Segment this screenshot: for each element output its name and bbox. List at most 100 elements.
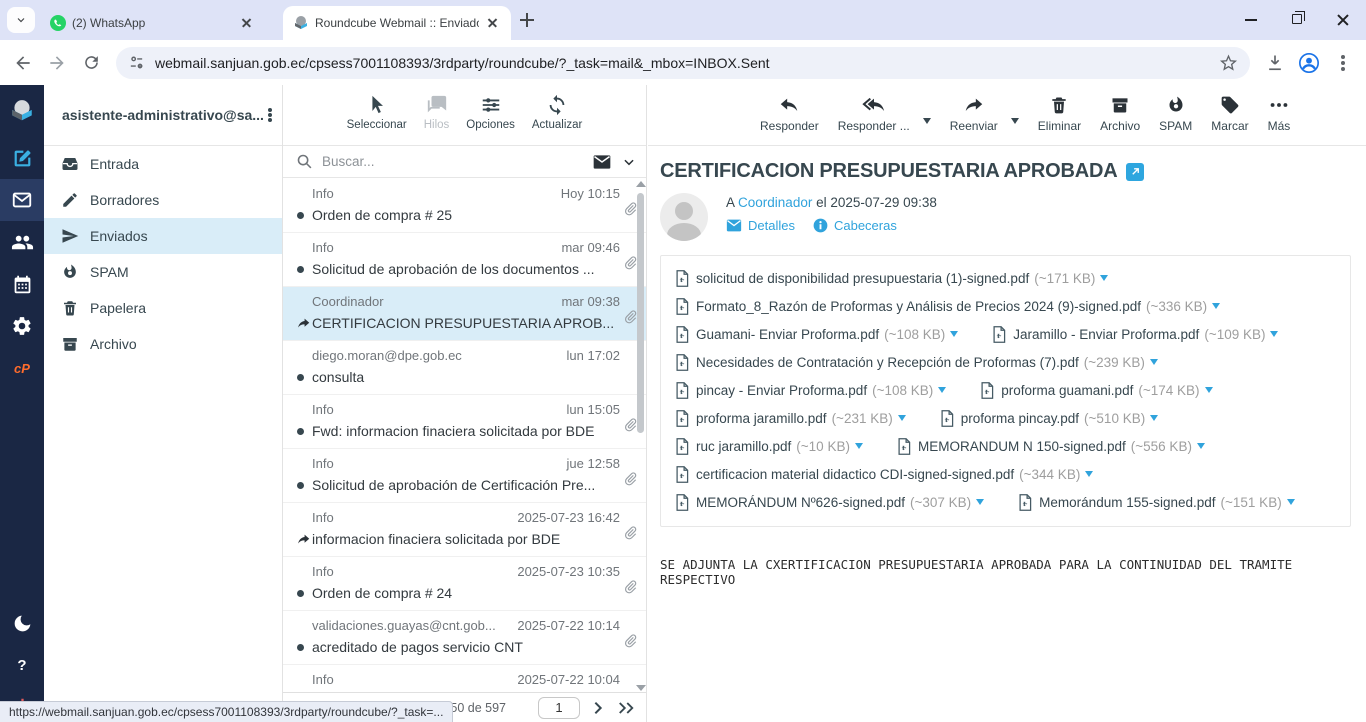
attachment-file[interactable]: pincay - Enviar Proforma.pdf (~108 KB) xyxy=(675,382,946,399)
rail-contacts[interactable] xyxy=(0,221,44,263)
page-input[interactable] xyxy=(538,697,580,719)
reply-all-caret-icon[interactable] xyxy=(923,118,931,124)
account-menu-icon[interactable] xyxy=(268,113,272,117)
forward-button[interactable] xyxy=(40,46,74,80)
search-input[interactable] xyxy=(322,154,592,169)
folder-spam[interactable]: SPAM xyxy=(44,254,282,290)
headers-toggle[interactable]: Cabeceras xyxy=(813,218,897,233)
roundcube-logo[interactable] xyxy=(0,85,44,137)
folder-papelera[interactable]: Papelera xyxy=(44,290,282,326)
profile-button[interactable] xyxy=(1292,46,1326,80)
mark-button[interactable]: Marcar xyxy=(1211,94,1248,133)
last-page-icon[interactable] xyxy=(616,700,636,716)
attachment-menu-caret-icon[interactable] xyxy=(1085,471,1093,477)
folder-enviados[interactable]: Enviados xyxy=(44,218,282,254)
open-in-new-window-button[interactable] xyxy=(1126,163,1144,181)
attachment-menu-caret-icon[interactable] xyxy=(1150,359,1158,365)
window-restore-button[interactable] xyxy=(1274,0,1320,40)
downloads-button[interactable] xyxy=(1258,46,1292,80)
tab-whatsapp[interactable]: (2) WhatsApp xyxy=(40,6,265,40)
back-button[interactable] xyxy=(6,46,40,80)
message-list-item[interactable]: validaciones.guayas@cnt.gob... 2025-07-2… xyxy=(283,611,646,665)
select-button[interactable]: Seleccionar xyxy=(347,94,407,131)
threads-button[interactable]: Hilos xyxy=(424,94,450,131)
attachment-file[interactable]: solicitud de disponibilidad presupuestar… xyxy=(675,270,1108,287)
attachment-file[interactable]: MEMORANDUM N 150-signed.pdf (~556 KB) xyxy=(897,438,1205,455)
folder-borradores[interactable]: Borradores xyxy=(44,182,282,218)
search-options-chevron-icon[interactable] xyxy=(622,155,636,169)
message-list-item[interactable]: Info jue 12:58 Solicitud de aprobación d… xyxy=(283,449,646,503)
options-button[interactable]: Opciones xyxy=(466,94,515,131)
spam-button[interactable]: SPAM xyxy=(1159,94,1192,133)
attachment-file[interactable]: Memorándum 155-signed.pdf (~151 KB) xyxy=(1018,494,1295,511)
attachment-menu-caret-icon[interactable] xyxy=(976,499,984,505)
forward-button[interactable]: Reenviar xyxy=(950,94,998,133)
attachment-file[interactable]: ruc jaramillo.pdf (~10 KB) xyxy=(675,438,863,455)
rail-cpanel[interactable]: cP xyxy=(0,347,44,389)
message-list-item[interactable]: Info mar 09:46 Solicitud de aprobación d… xyxy=(283,233,646,287)
rail-calendar[interactable] xyxy=(0,263,44,305)
attachment-menu-caret-icon[interactable] xyxy=(938,387,946,393)
message-list-item[interactable]: Info 2025-07-23 16:42 informacion finaci… xyxy=(283,503,646,557)
message-list-item[interactable]: Info lun 15:05 Fwd: informacion finacier… xyxy=(283,395,646,449)
attachment-menu-caret-icon[interactable] xyxy=(1287,499,1295,505)
attachment-file[interactable]: proforma guamani.pdf (~174 KB) xyxy=(980,382,1212,399)
message-list-item[interactable]: Info 2025-07-23 10:35 Orden de compra # … xyxy=(283,557,646,611)
refresh-button[interactable]: Actualizar xyxy=(532,94,583,131)
folder-archivo[interactable]: Archivo xyxy=(44,326,282,362)
address-bar[interactable]: webmail.sanjuan.gob.ec/cpsess7001108393/… xyxy=(116,47,1250,79)
attachment-menu-caret-icon[interactable] xyxy=(1205,387,1213,393)
attachment-file[interactable]: Jaramillo - Enviar Proforma.pdf (~109 KB… xyxy=(992,326,1278,343)
attachment-file[interactable]: proforma pincay.pdf (~510 KB) xyxy=(940,410,1158,427)
scrollbar-thumb[interactable] xyxy=(637,193,644,433)
attachment-file[interactable]: Formato_8_Razón de Proformas y Análisis … xyxy=(675,298,1220,315)
window-minimize-button[interactable] xyxy=(1228,0,1274,40)
attachment-file[interactable]: MEMORÁNDUM Nº626-signed.pdf (~307 KB) xyxy=(675,494,984,511)
scroll-down-icon[interactable] xyxy=(636,685,646,691)
reply-button[interactable]: Responder xyxy=(760,94,819,133)
bookmark-star-icon[interactable] xyxy=(1219,53,1238,72)
attachment-menu-caret-icon[interactable] xyxy=(1100,275,1108,281)
browser-menu-button[interactable] xyxy=(1326,46,1360,80)
attachment-file[interactable]: Guamani- Enviar Proforma.pdf (~108 KB) xyxy=(675,326,958,343)
attachment-menu-caret-icon[interactable] xyxy=(1150,415,1158,421)
attachment-menu-caret-icon[interactable] xyxy=(950,331,958,337)
account-header[interactable]: asistente-administrativo@sa... xyxy=(44,85,282,146)
new-tab-button[interactable] xyxy=(519,12,535,28)
rail-settings[interactable] xyxy=(0,305,44,347)
rail-compose[interactable] xyxy=(0,137,44,179)
attachment-menu-caret-icon[interactable] xyxy=(1270,331,1278,337)
attachment-menu-caret-icon[interactable] xyxy=(898,415,906,421)
search-scope-mail-icon[interactable] xyxy=(592,152,612,172)
attachment-menu-caret-icon[interactable] xyxy=(855,443,863,449)
list-scrollbar[interactable] xyxy=(635,181,645,691)
reply-all-button[interactable]: Responder ... xyxy=(838,94,910,133)
rail-mail[interactable] xyxy=(0,179,44,221)
message-list-item[interactable]: Coordinador mar 09:38 CERTIFICACION PRES… xyxy=(283,287,646,341)
reload-button[interactable] xyxy=(74,46,108,80)
tab-search-button[interactable] xyxy=(7,7,35,33)
window-close-button[interactable] xyxy=(1320,0,1366,40)
help-button[interactable]: ? xyxy=(0,644,44,686)
attachment-file[interactable]: Necesidades de Contratación y Recepción … xyxy=(675,354,1158,371)
dark-mode-button[interactable] xyxy=(0,602,44,644)
attachment-file[interactable]: proforma jaramillo.pdf (~231 KB) xyxy=(675,410,906,427)
tab-close-icon[interactable] xyxy=(485,15,501,31)
archive-button[interactable]: Archivo xyxy=(1100,94,1140,133)
attachment-file[interactable]: certificacion material didactico CDI-sig… xyxy=(675,466,1093,483)
tab-roundcube[interactable]: Roundcube Webmail :: Enviados xyxy=(283,6,511,40)
recipient-link[interactable]: Coordinador xyxy=(738,195,812,210)
tab-close-icon[interactable] xyxy=(239,15,255,31)
message-list-item[interactable]: Info 2025-07-22 10:04 xyxy=(283,665,646,692)
delete-button[interactable]: Eliminar xyxy=(1038,94,1081,133)
details-toggle[interactable]: Detalles xyxy=(726,218,795,233)
folder-entrada[interactable]: Entrada xyxy=(44,146,282,182)
attachment-menu-caret-icon[interactable] xyxy=(1197,443,1205,449)
more-button[interactable]: Más xyxy=(1268,94,1291,133)
attachment-menu-caret-icon[interactable] xyxy=(1212,303,1220,309)
message-list-item[interactable]: diego.moran@dpe.gob.ec lun 17:02 consult… xyxy=(283,341,646,395)
forward-caret-icon[interactable] xyxy=(1011,118,1019,124)
next-page-icon[interactable] xyxy=(590,700,606,716)
scroll-up-icon[interactable] xyxy=(636,181,646,187)
message-list-item[interactable]: Info Hoy 10:15 Orden de compra # 25 xyxy=(283,179,646,233)
